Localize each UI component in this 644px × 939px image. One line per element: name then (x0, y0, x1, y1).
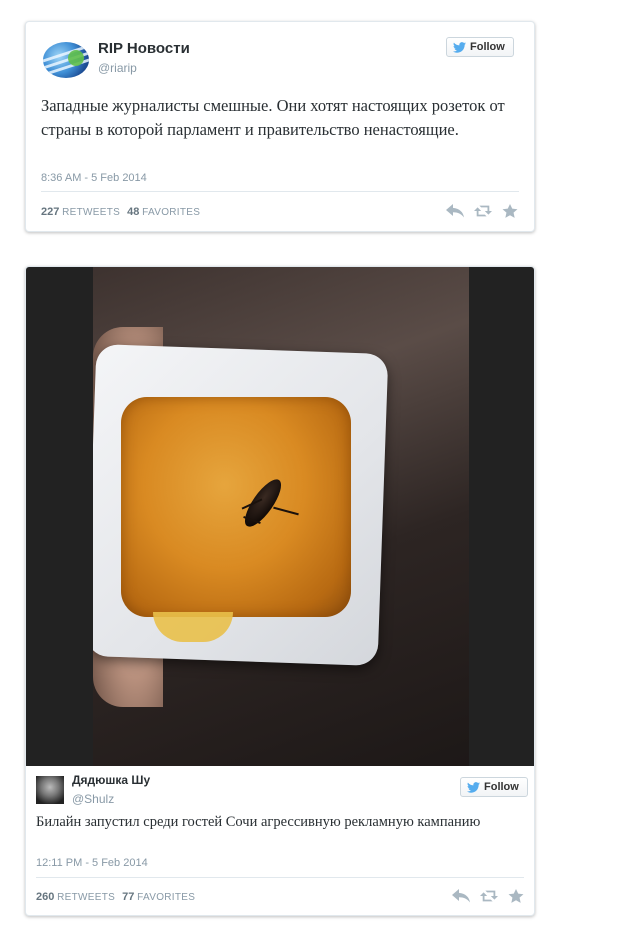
timestamp[interactable]: 8:36 AM - 5 Feb 2014 (41, 172, 147, 184)
retweet-stat[interactable]: 260 RETWEETS (36, 891, 115, 903)
retweet-label: RETWEETS (62, 207, 121, 218)
tweet-actions (446, 204, 518, 218)
tweet-card-shulz: Дядюшка Шу @Shulz Follow Билайн запустил… (25, 266, 535, 916)
follow-button[interactable]: Follow (460, 777, 528, 797)
twitter-bird-icon (453, 41, 466, 53)
star-icon[interactable] (508, 889, 524, 903)
tweet-text: Западные журналисты смешные. Они хотят н… (41, 96, 505, 139)
avatar[interactable] (36, 776, 64, 804)
tweet-stats: 227 RETWEETS 48 FAVORITES (41, 206, 200, 218)
twitter-bird-icon (467, 781, 480, 793)
favorite-stat[interactable]: 48 FAVORITES (127, 206, 200, 218)
retweet-stat[interactable]: 227 RETWEETS (41, 206, 120, 218)
favorite-stat[interactable]: 77 FAVORITES (122, 891, 195, 903)
screen-name[interactable]: @riarip (98, 61, 137, 75)
retweet-count: 260 (36, 891, 55, 903)
timestamp[interactable]: 12:11 PM - 5 Feb 2014 (36, 857, 148, 869)
screen-name[interactable]: @Shulz (72, 792, 114, 806)
favorite-count: 77 (122, 891, 135, 903)
tweet-actions (452, 889, 524, 903)
tweet-card-riarip: RIP Новости @riarip Follow Западные журн… (25, 21, 535, 232)
retweet-icon[interactable] (474, 204, 492, 218)
favorite-label: FAVORITES (142, 207, 201, 218)
retweet-count: 227 (41, 206, 60, 218)
reply-icon[interactable] (452, 889, 470, 903)
divider (41, 191, 519, 192)
favorite-label: FAVORITES (137, 892, 196, 903)
divider (36, 877, 524, 878)
tweet-photo[interactable] (26, 267, 534, 766)
display-name[interactable]: RIP Новости (98, 40, 190, 57)
follow-button[interactable]: Follow (446, 37, 514, 57)
display-name[interactable]: Дядюшка Шу (72, 773, 150, 787)
follow-label: Follow (484, 781, 519, 793)
retweet-icon[interactable] (480, 889, 498, 903)
retweet-label: RETWEETS (57, 892, 116, 903)
avatar[interactable] (43, 42, 89, 78)
tweet-text: Билайн запустил среди гостей Сочи агресс… (36, 814, 481, 830)
star-icon[interactable] (502, 204, 518, 218)
honey-with-bee-image (93, 267, 469, 766)
tweet-stats: 260 RETWEETS 77 FAVORITES (36, 891, 195, 903)
follow-label: Follow (470, 41, 505, 53)
reply-icon[interactable] (446, 204, 464, 218)
favorite-count: 48 (127, 206, 140, 218)
